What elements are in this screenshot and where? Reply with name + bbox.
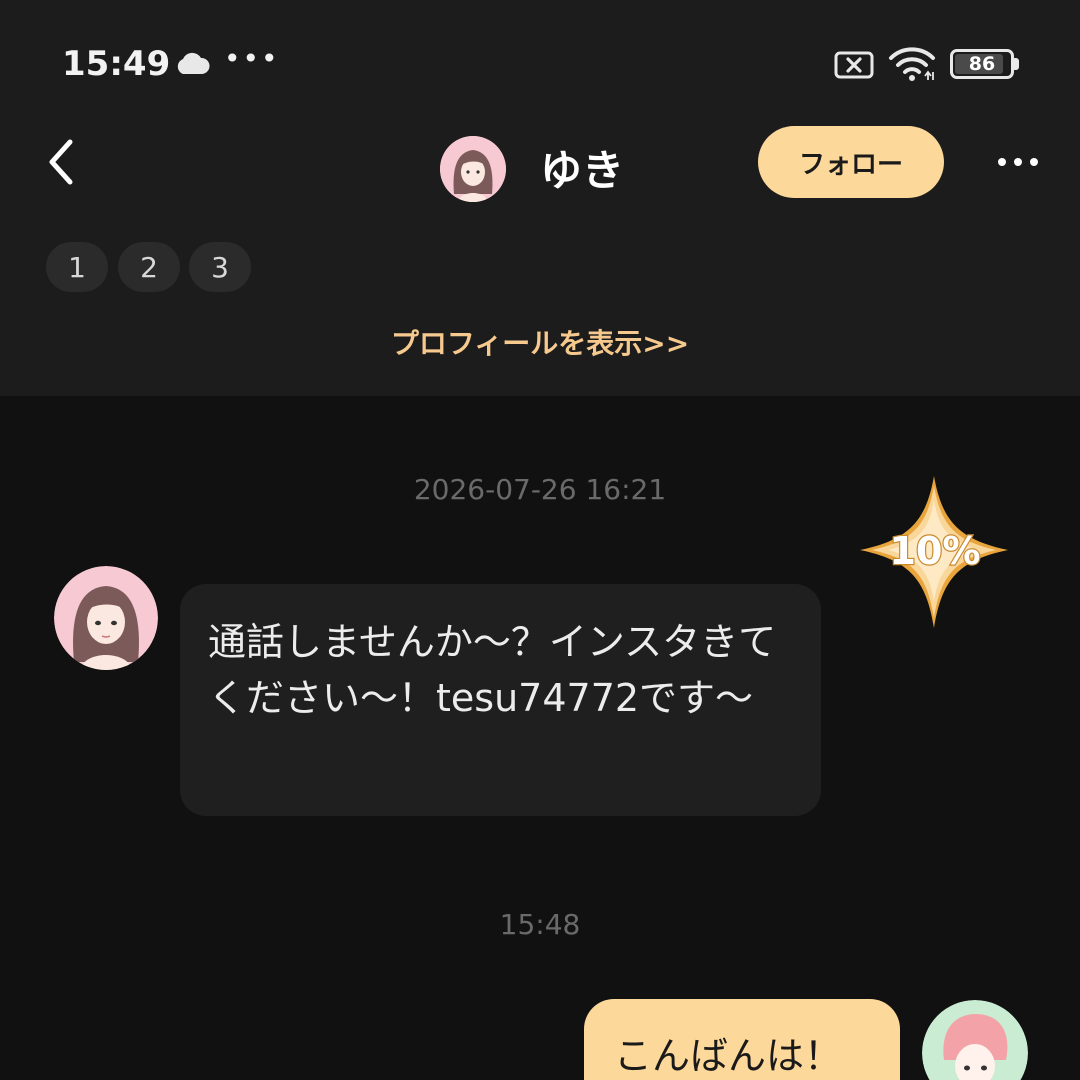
contact-name: ゆき [540,146,625,195]
view-profile-link[interactable]: プロフィールを表示>> [0,322,1080,362]
discount-badge[interactable]: 10% [856,474,1012,630]
status-overflow-icon: ••• [224,42,280,75]
incoming-message-bubble[interactable]: 通話しませんか〜？インスタきてください〜！tesu74772です〜 [180,584,821,816]
boy-avatar-icon [922,1000,1028,1080]
more-horizontal-icon[interactable] [994,140,1042,184]
battery-tip [1014,58,1019,70]
photo-tab-2[interactable]: 2 [118,242,180,292]
header-avatar[interactable] [440,136,506,202]
status-time: 15:49 [62,44,171,84]
cloud-icon [177,52,210,74]
photo-tab-3[interactable]: 3 [189,242,251,292]
sim-error-icon [834,51,874,79]
battery-icon: 86 [950,49,1014,79]
woman-avatar-icon [54,566,158,670]
chevron-left-icon[interactable] [40,136,86,188]
outgoing-message-bubble[interactable]: こんばんは！ [584,999,900,1080]
battery-level: 86 [968,53,996,75]
message-timestamp: 15:48 [499,908,581,941]
badge-text: 10% [890,529,981,573]
woman-avatar-icon [440,136,506,202]
wifi-icon [889,47,935,81]
photo-tab-1[interactable]: 1 [46,242,108,292]
sparkle-star-icon: 10% [860,476,1008,628]
my-avatar[interactable] [922,1000,1028,1080]
follow-button[interactable]: フォロー [758,126,944,198]
sender-avatar[interactable] [54,566,158,670]
